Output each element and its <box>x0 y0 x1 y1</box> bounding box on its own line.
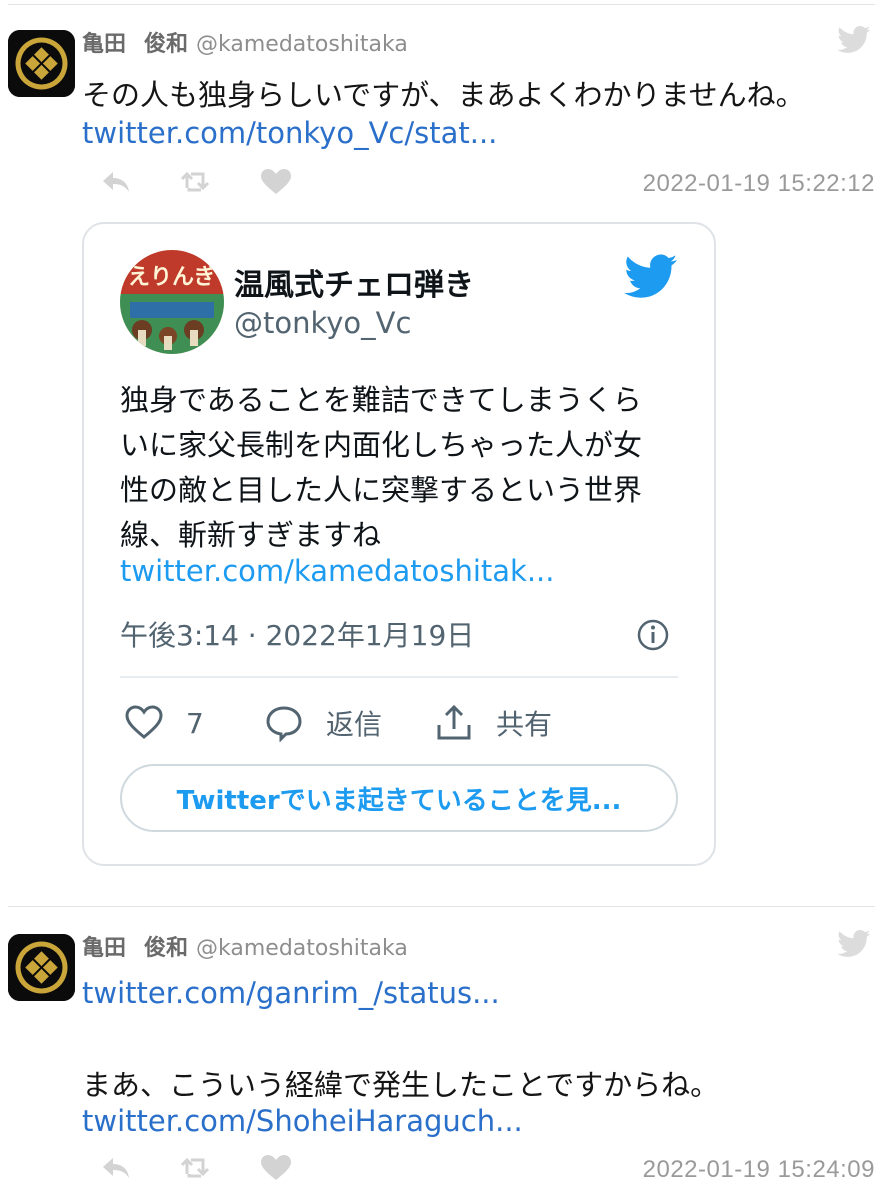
tweet-link[interactable]: twitter.com/tonkyo_Vc/stat... <box>82 116 497 150</box>
top-divider <box>8 4 875 5</box>
svg-text:えりんぎ: えりんぎ <box>128 264 216 290</box>
tweet-text: まあ、こういう経緯で発生したことですからね。 <box>82 1068 720 1102</box>
embed-divider <box>120 676 678 678</box>
embed-body: 独身であることを難詰できてしまうくら いに家父長制を内面化しちゃった人が女 性の… <box>120 378 642 558</box>
retweet-icon[interactable] <box>178 1152 214 1184</box>
reply-action[interactable]: 返信 <box>264 698 382 748</box>
twitter-bird-icon[interactable] <box>624 254 678 300</box>
embed-author-handle[interactable]: @tonkyo_Vc <box>234 306 411 340</box>
twitter-bird-icon[interactable] <box>837 26 871 54</box>
embed-body-line: 線、斬新すぎますね <box>120 518 382 552</box>
author-handle[interactable]: @kamedatoshitaka <box>196 32 408 57</box>
family-crest-icon <box>8 30 75 97</box>
like-action[interactable]: 7 <box>124 698 204 748</box>
tweet-header: 亀田 俊和 @kamedatoshitaka <box>82 930 408 962</box>
tweet-link-2[interactable]: twitter.com/ShoheiHaraguch... <box>82 1104 523 1138</box>
avatar[interactable] <box>8 934 75 1001</box>
author-name[interactable]: 亀田 <box>82 32 126 57</box>
reply-bubble-icon <box>266 706 302 742</box>
info-icon[interactable] <box>636 618 670 652</box>
reply-label: 返信 <box>326 708 383 741</box>
embedded-tweet-card[interactable]: えりんぎ 温風式チェロ弾き @tonkyo_Vc 独身であることを難詰できてしま… <box>82 222 716 866</box>
tweet-timestamp[interactable]: 2022-01-19 15:24:09 <box>643 1156 875 1184</box>
retweet-icon[interactable] <box>178 166 214 198</box>
share-action[interactable]: 共有 <box>434 698 552 748</box>
tweet-actions <box>98 1152 328 1186</box>
tweet-timestamp[interactable]: 2022-01-19 15:22:12 <box>643 170 875 198</box>
author-handle[interactable]: @kamedatoshitaka <box>196 936 408 961</box>
embed-avatar[interactable]: えりんぎ <box>120 250 224 354</box>
avatar[interactable] <box>8 30 75 97</box>
tweet-divider <box>8 906 875 907</box>
embed-actions: 7 返信 共有 <box>120 698 640 748</box>
like-count: 7 <box>186 706 204 740</box>
embed-author-name[interactable]: 温風式チェロ弾き <box>234 260 474 304</box>
author-name-given[interactable]: 俊和 <box>144 936 188 961</box>
embed-body-line: 独身であることを難詰できてしまうくら <box>120 383 642 417</box>
reply-icon[interactable] <box>98 1152 134 1184</box>
tweet-link[interactable]: twitter.com/ganrim_/status... <box>82 976 500 1010</box>
snack-package-avatar: えりんぎ <box>120 250 224 354</box>
embed-link[interactable]: twitter.com/kamedatoshitak... <box>120 554 555 588</box>
family-crest-icon <box>8 934 75 1001</box>
twitter-bird-icon[interactable] <box>837 930 871 958</box>
share-label: 共有 <box>496 708 553 741</box>
heart-icon[interactable] <box>258 166 294 198</box>
tweet-text: その人も独身らしいですが、まあよくわかりませんね。 <box>82 78 805 112</box>
tweet-actions <box>98 166 328 200</box>
reply-icon[interactable] <box>98 166 134 198</box>
author-name[interactable]: 亀田 <box>82 936 126 961</box>
tweet-header: 亀田 俊和 @kamedatoshitaka <box>82 26 408 58</box>
share-icon <box>437 704 471 740</box>
embed-body-line: いに家父長制を内面化しちゃった人が女 <box>120 428 643 462</box>
embed-body-line: 性の敵と目した人に突撃するという世界 <box>120 473 643 507</box>
embed-timestamp[interactable]: 午後3:14 · 2022年1月19日 <box>120 614 474 654</box>
see-more-button[interactable]: Twitterでいま起きていることを見... <box>120 764 678 832</box>
author-name-given[interactable]: 俊和 <box>144 32 188 57</box>
heart-icon[interactable] <box>258 1152 294 1184</box>
heart-icon <box>125 705 163 739</box>
